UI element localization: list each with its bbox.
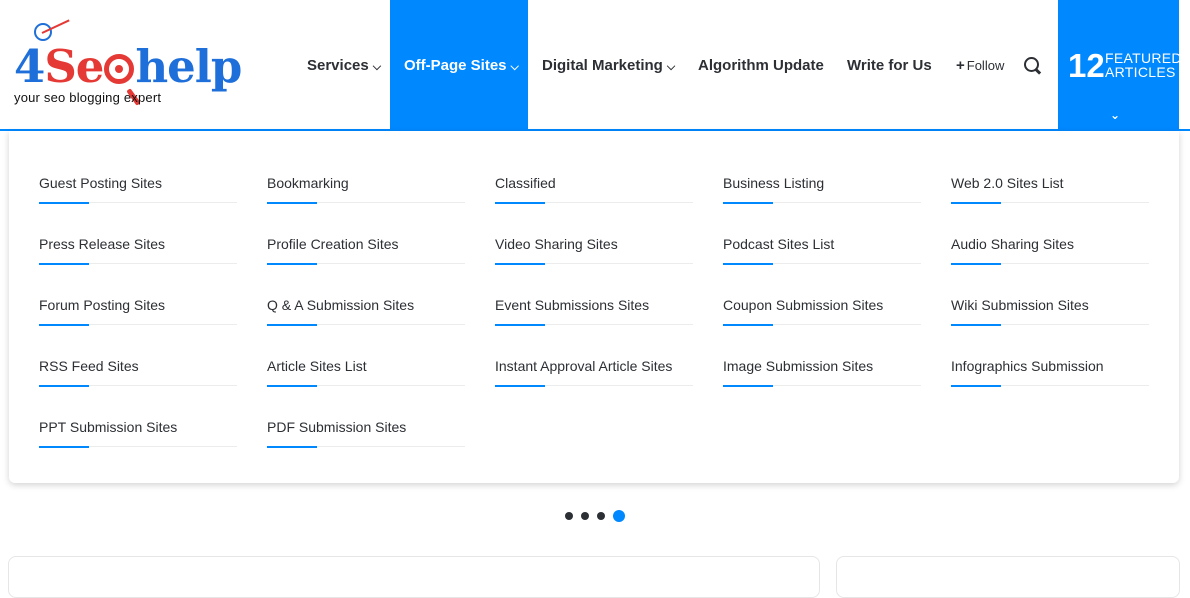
mega-menu-link[interactable]: Forum Posting Sites — [39, 253, 237, 326]
plus-icon: + — [956, 57, 965, 74]
search-button[interactable] — [1024, 57, 1042, 75]
link-accent-bar — [39, 446, 89, 448]
mega-menu-link[interactable]: Business Listing — [723, 131, 921, 204]
link-accent-bar — [495, 385, 545, 387]
nav-off-page-sites[interactable]: Off-Page Sites ⌵ — [390, 0, 528, 131]
mega-menu-link[interactable]: Coupon Submission Sites — [723, 253, 921, 326]
logo-word-se: Se — [44, 40, 104, 93]
mega-menu-link[interactable]: Press Release Sites — [39, 192, 237, 265]
mega-menu-link[interactable]: Web 2.0 Sites List — [951, 131, 1149, 204]
slider-dot[interactable] — [597, 512, 605, 520]
mega-menu-link[interactable]: Guest Posting Sites — [39, 131, 237, 204]
mega-menu-link-label: Infographics Submission — [951, 358, 1104, 374]
search-icon-handle — [1034, 68, 1042, 75]
mega-menu-link-label: Audio Sharing Sites — [951, 236, 1074, 252]
mega-menu-link-label: RSS Feed Sites — [39, 358, 139, 374]
mega-menu-link-label: Q & A Submission Sites — [267, 297, 415, 313]
mega-menu-link[interactable]: Video Sharing Sites — [495, 192, 693, 265]
mega-menu-link-label: Bookmarking — [267, 175, 349, 191]
mega-menu-link-label: Guest Posting Sites — [39, 175, 162, 191]
nav-digital-marketing[interactable]: Digital Marketing ⌵ — [542, 0, 675, 131]
mega-menu-link-label: PDF Submission Sites — [267, 419, 407, 435]
mega-menu-link-label: Image Submission Sites — [723, 358, 874, 374]
mega-menu-link[interactable]: PDF Submission Sites — [267, 375, 465, 448]
nav-write-for-us[interactable]: Write for Us — [847, 0, 932, 131]
follow-label: Follow — [966, 58, 1005, 73]
featured-label-line1: FEATURED — [1105, 50, 1182, 66]
mega-menu-link-label: Business Listing — [723, 175, 825, 191]
mega-menu-link[interactable]: RSS Feed Sites — [39, 314, 237, 387]
chevron-down-icon: ⌵ — [372, 61, 382, 73]
logo-tagline: your seo blogging expert — [14, 90, 162, 105]
chevron-down-icon: ⌵ — [510, 61, 519, 73]
featured-label: FEATURED ARTICLES — [1105, 51, 1182, 79]
mega-menu-link-label: Web 2.0 Sites List — [951, 175, 1064, 191]
mega-menu-link[interactable]: Audio Sharing Sites — [951, 192, 1149, 265]
mega-menu-link-label: Classified — [495, 175, 556, 191]
content-card — [8, 556, 820, 598]
featured-label-line2: ARTICLES — [1105, 64, 1176, 80]
mega-menu-link[interactable]: Classified — [495, 131, 693, 204]
mega-menu-link-label: Event Submissions Sites — [495, 297, 650, 313]
nav-write-for-us-label: Write for Us — [847, 57, 932, 74]
featured-articles-toggle[interactable]: 12 FEATURED ARTICLES ⌄ — [1058, 0, 1182, 131]
mega-menu-link-label: Forum Posting Sites — [39, 297, 166, 313]
site-header: 4Se help your seo blogging expert Service… — [0, 0, 1190, 131]
mega-menu-link-label: Instant Approval Article Sites — [495, 358, 673, 374]
mega-menu-link[interactable]: Bookmarking — [267, 131, 465, 204]
nav-digital-marketing-label: Digital Marketing — [542, 57, 663, 74]
slider-dot[interactable] — [581, 512, 589, 520]
chevron-down-icon: ⌄ — [1110, 108, 1121, 122]
mega-menu-link[interactable]: Q & A Submission Sites — [267, 253, 465, 326]
nav-services[interactable]: Services ⌵ — [294, 0, 394, 131]
mega-menu-link[interactable]: Image Submission Sites — [723, 314, 921, 387]
logo-wordmark: 4Se help — [14, 40, 242, 93]
nav-services-label: Services — [307, 57, 369, 74]
mega-menu-link[interactable]: Podcast Sites List — [723, 192, 921, 265]
mega-menu-link-label: Video Sharing Sites — [495, 236, 618, 252]
mega-menu-link-label: Article Sites List — [267, 358, 367, 374]
logo-number: 4 — [14, 40, 45, 93]
site-logo[interactable]: 4Se help your seo blogging expert — [12, 19, 252, 114]
link-accent-bar — [267, 446, 317, 448]
mega-menu-link[interactable]: Wiki Submission Sites — [951, 253, 1149, 326]
mega-menu-link-label: Profile Creation Sites — [267, 236, 399, 252]
nav-algorithm-update[interactable]: Algorithm Update — [698, 0, 824, 131]
mega-menu-link[interactable]: PPT Submission Sites — [39, 375, 237, 448]
chevron-down-icon: ⌵ — [666, 61, 676, 73]
magnifier-icon — [104, 54, 135, 84]
mega-menu-link-label: Wiki Submission Sites — [951, 297, 1089, 313]
mega-menu-link[interactable]: Article Sites List — [267, 314, 465, 387]
mega-menu-link-label: Coupon Submission Sites — [723, 297, 884, 313]
mega-menu-link-label: Podcast Sites List — [723, 236, 835, 252]
logo-word-help: help — [135, 40, 242, 93]
nav-algorithm-update-label: Algorithm Update — [698, 57, 824, 74]
link-accent-bar — [951, 385, 1001, 387]
mega-menu-link-label: PPT Submission Sites — [39, 419, 178, 435]
link-accent-bar — [723, 385, 773, 387]
follow-button[interactable]: + Follow — [956, 0, 1004, 131]
off-page-sites-mega-menu: Guest Posting Sites Press Release Sites Fo… — [9, 131, 1179, 483]
mega-menu-link[interactable]: Profile Creation Sites — [267, 192, 465, 265]
slider-dot[interactable] — [613, 510, 625, 522]
nav-off-page-sites-label: Off-Page Sites — [404, 57, 507, 74]
mega-menu-link[interactable]: Instant Approval Article Sites — [495, 314, 693, 387]
sidebar-card — [836, 556, 1180, 598]
mega-menu-link-label: Press Release Sites — [39, 236, 166, 252]
mega-menu-link[interactable]: Event Submissions Sites — [495, 253, 693, 326]
mega-menu-link[interactable]: Infographics Submission — [951, 314, 1149, 387]
featured-count: 12 — [1068, 47, 1105, 84]
slider-dot[interactable] — [565, 512, 573, 520]
